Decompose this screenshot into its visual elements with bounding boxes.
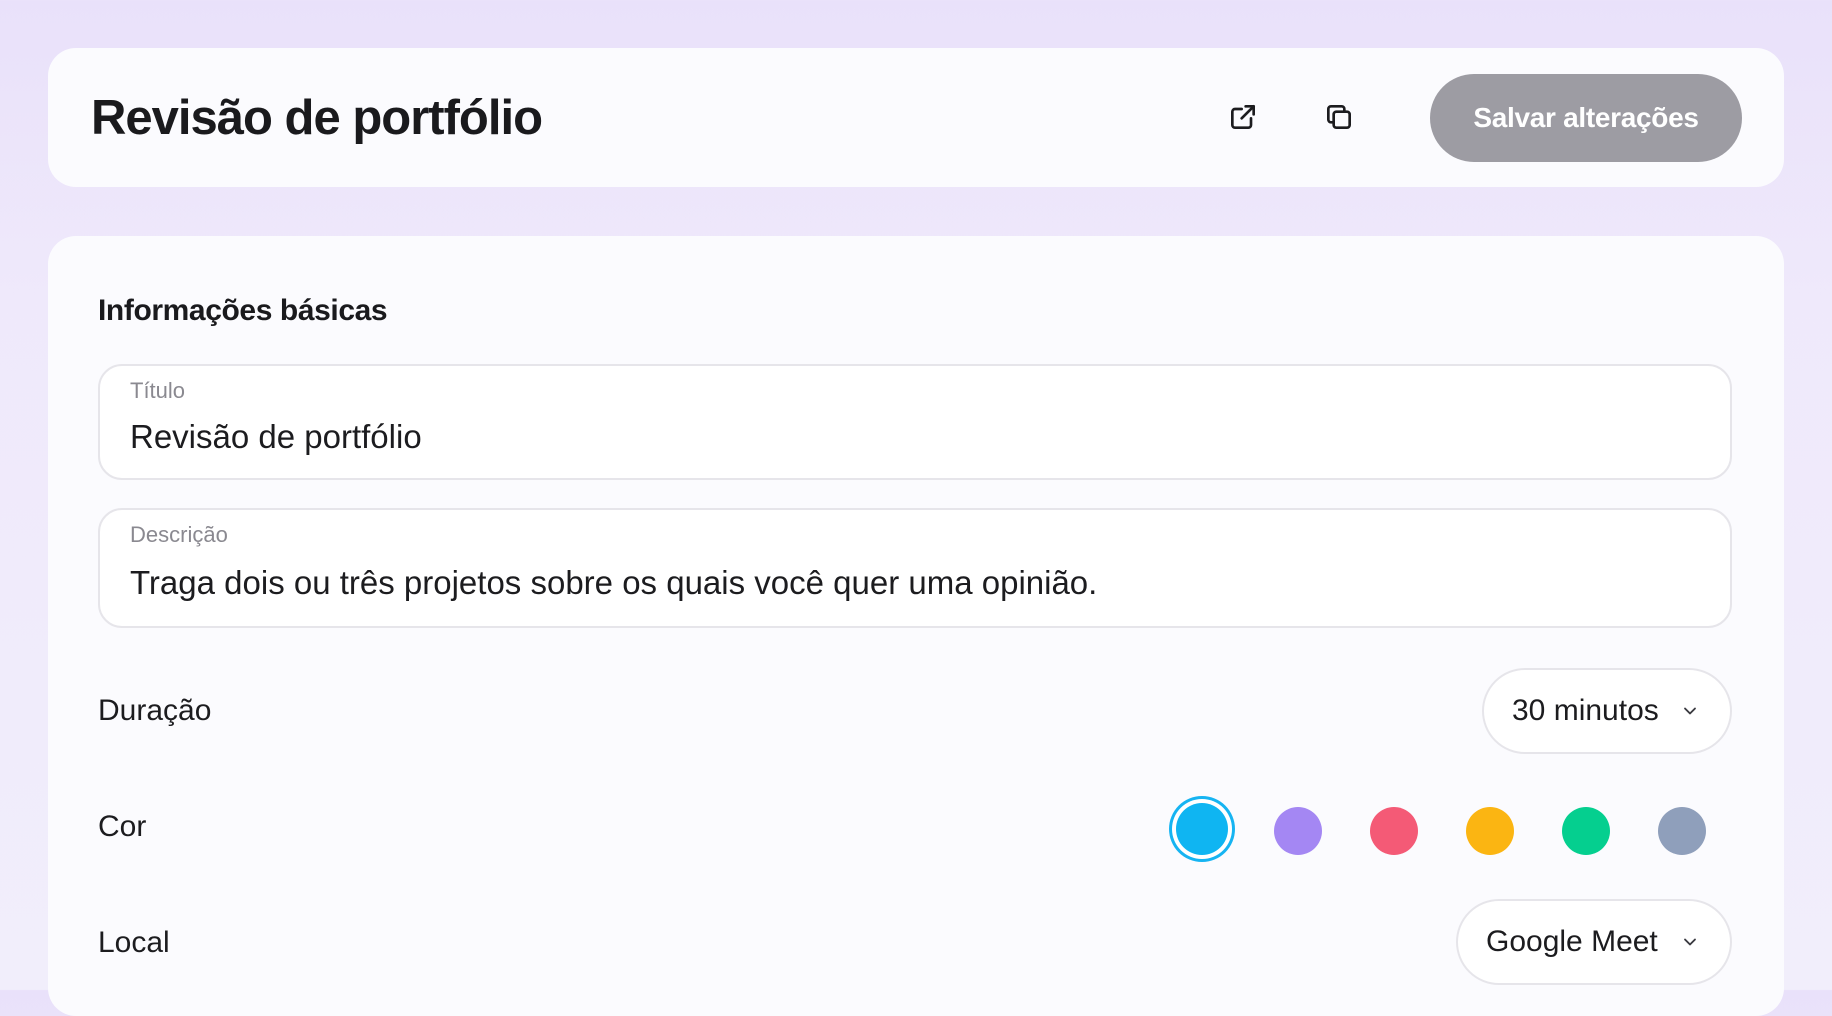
- location-select[interactable]: Google Meet: [1456, 899, 1732, 985]
- color-swatch-6[interactable]: [1658, 807, 1706, 855]
- chevron-down-icon: [1680, 932, 1700, 952]
- basic-info-card: Informações básicas Título Revisão de po…: [48, 236, 1784, 1016]
- title-field-value[interactable]: Revisão de portfólio: [130, 418, 422, 456]
- description-field-label: Descrição: [130, 522, 228, 547]
- title-field-label: Título: [130, 378, 186, 403]
- color-swatch-2[interactable]: [1274, 807, 1322, 855]
- title-field[interactable]: Título Revisão de portfólio: [98, 364, 1732, 480]
- event-header: Revisão de portfólio Salvar alterações: [48, 48, 1784, 187]
- color-label: Cor: [98, 810, 147, 843]
- location-label: Local: [98, 926, 170, 959]
- save-changes-button[interactable]: Salvar alterações: [1430, 74, 1742, 162]
- copy-icon: [1327, 105, 1351, 129]
- page-title: Revisão de portfólio: [91, 91, 543, 145]
- description-field[interactable]: Descrição Traga dois ou três projetos so…: [98, 508, 1732, 628]
- duration-label: Duração: [98, 694, 212, 727]
- description-field-value[interactable]: Traga dois ou três projetos sobre os qua…: [130, 564, 1097, 602]
- color-swatch-1[interactable]: [1176, 803, 1228, 855]
- color-picker: [1176, 798, 1736, 864]
- duration-value: 30 minutos: [1512, 694, 1659, 727]
- color-swatch-4[interactable]: [1466, 807, 1514, 855]
- color-swatch-3[interactable]: [1370, 807, 1418, 855]
- external-link-icon: [1231, 105, 1255, 129]
- open-link-button[interactable]: [1218, 92, 1268, 142]
- location-value: Google Meet: [1486, 925, 1658, 958]
- chevron-down-icon: [1680, 701, 1700, 721]
- color-swatch-5[interactable]: [1562, 807, 1610, 855]
- duration-select[interactable]: 30 minutos: [1482, 668, 1732, 754]
- copy-button[interactable]: [1314, 92, 1364, 142]
- section-title: Informações básicas: [98, 294, 388, 327]
